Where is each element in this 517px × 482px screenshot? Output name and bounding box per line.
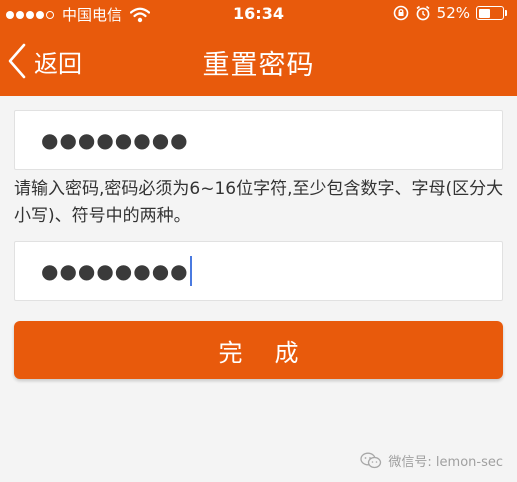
confirm-password-field[interactable]: ●●●●●●●● xyxy=(14,241,503,301)
password-hint: 请输入密码,密码必须为6~16位字符,至少包含数字、字母(区分大小写)、符号中的… xyxy=(14,179,504,226)
navigation-bar: 返回 重置密码 xyxy=(0,26,517,96)
wechat-icon xyxy=(360,452,382,469)
status-bar: 中国电信 16:34 52% xyxy=(0,0,517,26)
page-title: 重置密码 xyxy=(202,50,315,81)
confirm-password-value: ●●●●●●●● xyxy=(41,259,189,283)
battery-fill xyxy=(478,8,491,18)
battery-percent: 52% xyxy=(436,4,470,22)
battery-icon xyxy=(476,6,507,20)
status-right: 52% xyxy=(393,4,507,22)
new-password-field[interactable]: ●●●●●●●● xyxy=(14,110,503,170)
new-password-value: ●●●●●●●● xyxy=(41,128,189,152)
text-cursor xyxy=(189,256,192,286)
orientation-lock-icon xyxy=(393,5,408,21)
watermark-text: 微信号: lemon-sec xyxy=(388,455,503,470)
watermark: 微信号: lemon-sec xyxy=(360,451,503,470)
submit-button[interactable]: 完成 xyxy=(14,321,503,379)
alarm-clock-icon xyxy=(416,5,430,21)
